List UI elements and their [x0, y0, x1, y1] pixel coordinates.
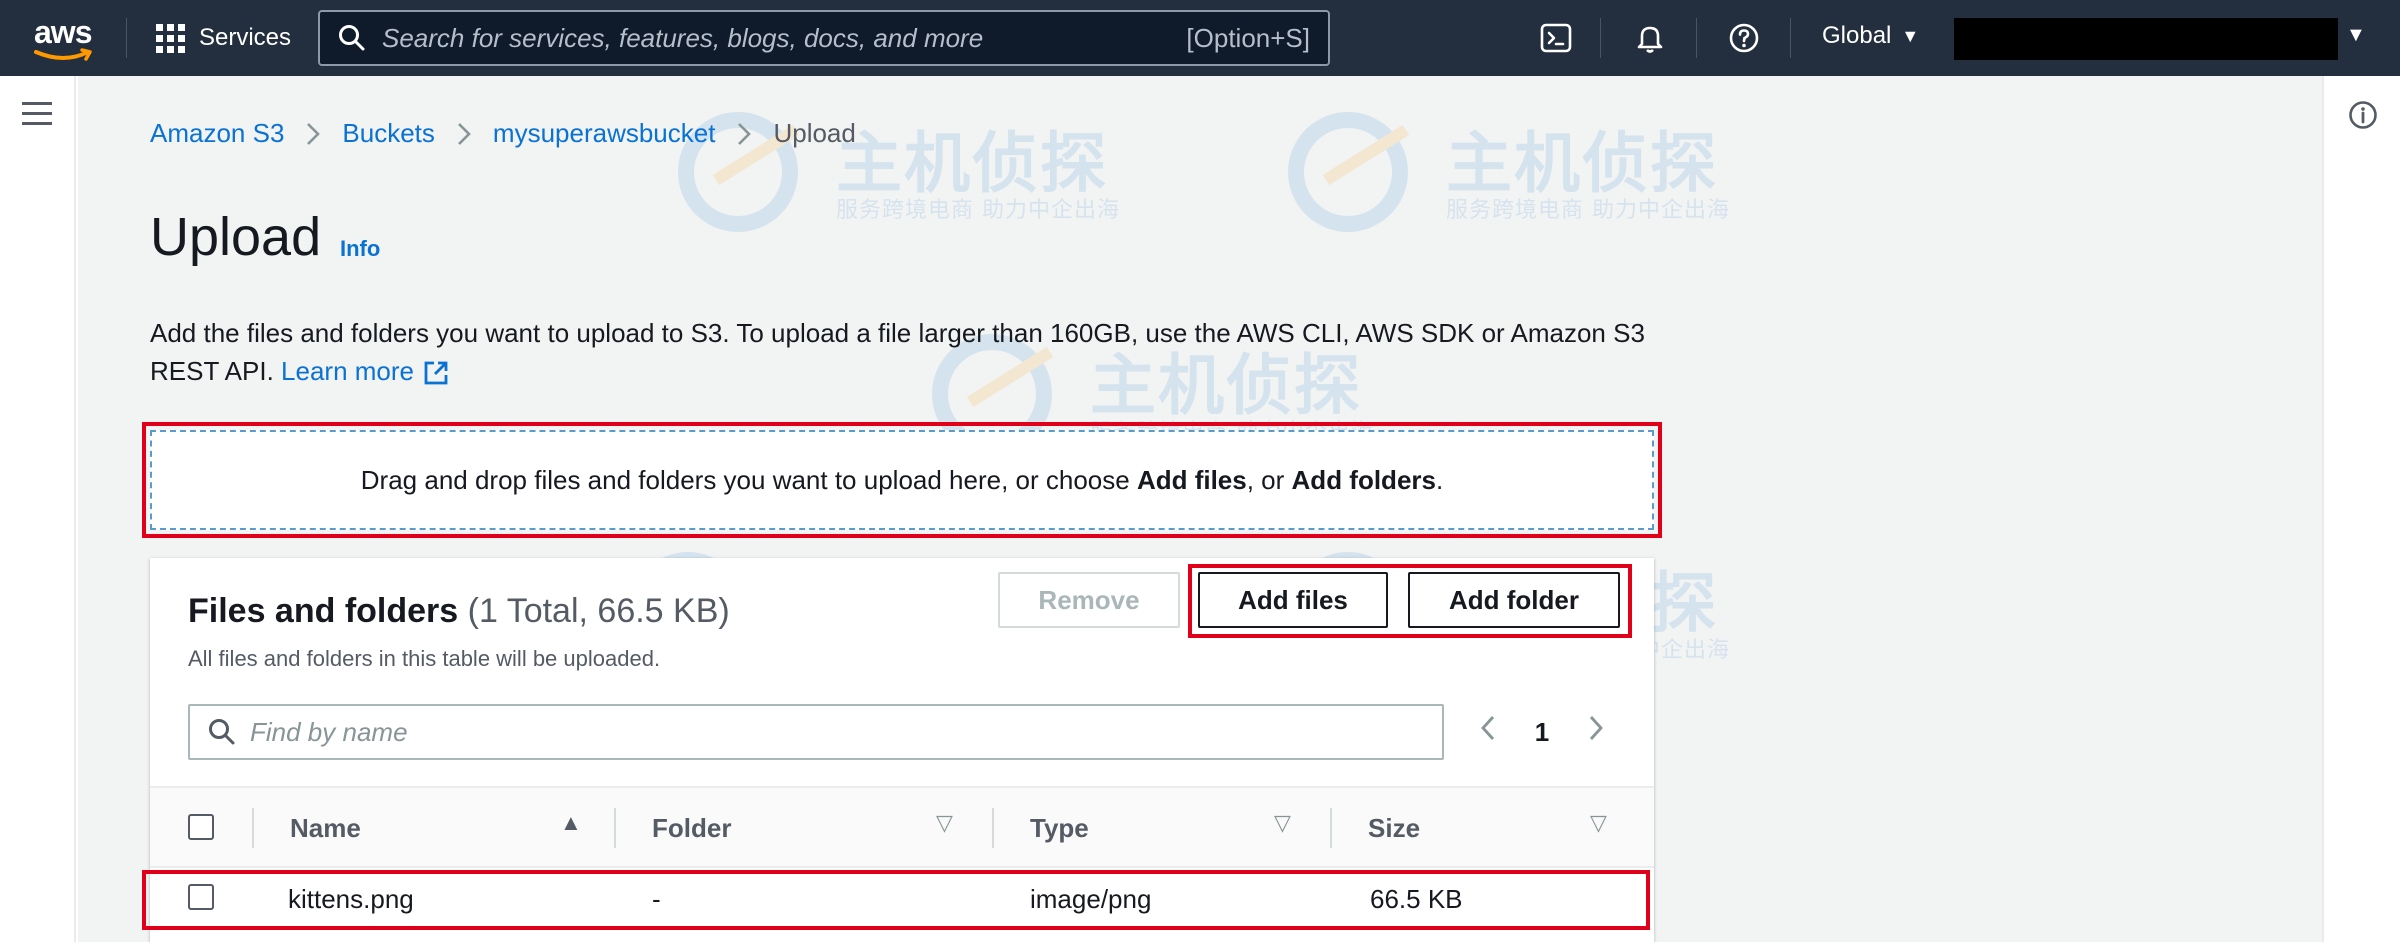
sort-ascending-icon[interactable]: ▲	[560, 810, 582, 836]
services-label: Services	[199, 24, 292, 51]
aws-smile-icon	[34, 48, 92, 61]
page-title: Upload	[150, 207, 322, 267]
column-header-name[interactable]: Name	[290, 810, 361, 846]
select-all-checkbox[interactable]	[188, 814, 214, 840]
column-divider	[1330, 808, 1332, 848]
chevron-right-icon	[457, 122, 471, 145]
page-number[interactable]: 1	[1506, 717, 1578, 748]
cloudshell-icon[interactable]	[1540, 22, 1572, 54]
find-by-name-input[interactable]	[250, 716, 1442, 748]
files-panel-title: Files and folders (1 Total, 66.5 KB)	[188, 592, 730, 630]
region-selector[interactable]: Global ▼	[1822, 22, 1919, 50]
chevron-right-icon	[738, 122, 752, 145]
caret-down-icon[interactable]: ▼	[2346, 24, 2366, 47]
nav-divider	[1790, 18, 1791, 58]
column-header-type[interactable]: Type	[1030, 810, 1089, 846]
column-divider	[252, 808, 254, 848]
highlight-annotation-dropzone	[142, 422, 1662, 538]
region-label: Global	[1822, 22, 1892, 49]
top-navigation: aws Services [Option+S] Global	[0, 0, 2400, 76]
column-header-folder[interactable]: Folder	[652, 810, 731, 846]
column-divider	[614, 808, 616, 848]
highlight-annotation-buttons	[1188, 564, 1632, 638]
sort-icon[interactable]: ▽	[1590, 810, 1607, 836]
sort-icon[interactable]: ▽	[1274, 810, 1291, 836]
chevron-right-icon[interactable]	[1578, 714, 1614, 750]
find-by-name-box[interactable]	[188, 704, 1444, 760]
sort-icon[interactable]: ▽	[936, 810, 953, 836]
global-search-input[interactable]	[382, 22, 1187, 54]
files-panel-subtitle: All files and folders in this table will…	[188, 646, 661, 671]
right-side-panel	[2322, 76, 2400, 942]
breadcrumb-amazon-s3[interactable]: Amazon S3	[150, 118, 284, 149]
learn-more-label: Learn more	[281, 356, 414, 386]
left-side-panel	[0, 76, 76, 942]
files-count: (1 Total, 66.5 KB)	[467, 592, 730, 630]
aws-logo-text: aws	[34, 14, 92, 50]
table-header: Name ▲ Folder ▽ Type ▽ Size ▽	[150, 786, 1654, 868]
chevron-left-icon[interactable]	[1470, 714, 1506, 750]
highlight-annotation-row	[142, 870, 1650, 930]
breadcrumb: Amazon S3 Buckets mysuperawsbucket Uploa…	[150, 118, 856, 149]
column-header-size[interactable]: Size	[1368, 810, 1420, 846]
breadcrumb-bucket-name[interactable]: mysuperawsbucket	[493, 118, 716, 149]
breadcrumb-current: Upload	[773, 118, 856, 148]
nav-divider	[1696, 18, 1697, 58]
account-menu-redacted[interactable]	[1954, 18, 2338, 60]
pagination: 1	[1470, 704, 1614, 760]
chevron-right-icon	[307, 122, 321, 145]
search-shortcut-hint: [Option+S]	[1186, 22, 1310, 53]
hamburger-menu-icon[interactable]	[22, 102, 52, 126]
bell-icon[interactable]	[1634, 22, 1666, 54]
learn-more-link[interactable]: Learn more	[281, 356, 450, 386]
search-icon	[339, 25, 365, 51]
external-link-icon	[424, 361, 448, 385]
info-link[interactable]: Info	[340, 236, 380, 262]
caret-down-icon: ▼	[1901, 25, 1920, 46]
breadcrumb-buckets[interactable]: Buckets	[342, 118, 435, 149]
column-divider	[992, 808, 994, 848]
nav-divider	[1600, 18, 1601, 58]
page-description: Add the files and folders you want to up…	[150, 314, 1670, 390]
services-menu-button[interactable]: Services	[156, 20, 291, 56]
aws-logo[interactable]: aws	[30, 12, 100, 62]
nav-divider	[126, 18, 127, 58]
help-icon[interactable]	[1728, 22, 1760, 54]
info-circle-icon[interactable]	[2348, 100, 2378, 130]
remove-button[interactable]: Remove	[998, 572, 1180, 628]
grid-icon	[156, 23, 185, 53]
search-icon	[209, 719, 235, 745]
global-search-box[interactable]: [Option+S]	[318, 10, 1330, 66]
